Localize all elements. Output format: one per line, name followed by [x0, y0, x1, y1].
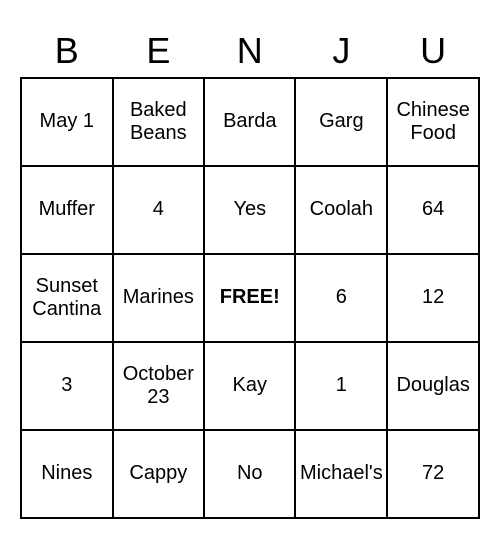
- bingo-card: B E N J U May 1Baked BeansBardaGargChine…: [20, 26, 480, 519]
- cell-r3-c3: 1: [295, 342, 387, 430]
- cell-r0-c3: Garg: [295, 78, 387, 166]
- cell-r1-c4: 64: [387, 166, 479, 254]
- cell-r0-c1: Baked Beans: [113, 78, 205, 166]
- cell-r4-c4: 72: [387, 430, 479, 518]
- cell-r3-c2: Kay: [204, 342, 295, 430]
- cell-r3-c4: Douglas: [387, 342, 479, 430]
- col-header-u: U: [387, 26, 479, 78]
- cell-r0-c4: Chinese Food: [387, 78, 479, 166]
- cell-r1-c0: Muffer: [21, 166, 113, 254]
- cell-r2-c1: Marines: [113, 254, 205, 342]
- cell-r2-c4: 12: [387, 254, 479, 342]
- col-header-e: E: [113, 26, 205, 78]
- col-header-j: J: [295, 26, 387, 78]
- cell-r3-c1: October 23: [113, 342, 205, 430]
- cell-r0-c0: May 1: [21, 78, 113, 166]
- cell-r3-c0: 3: [21, 342, 113, 430]
- col-header-b: B: [21, 26, 113, 78]
- cell-r4-c3: Michael's: [295, 430, 387, 518]
- cell-r1-c2: Yes: [204, 166, 295, 254]
- cell-r4-c2: No: [204, 430, 295, 518]
- cell-r2-c3: 6: [295, 254, 387, 342]
- cell-r1-c3: Coolah: [295, 166, 387, 254]
- cell-r4-c1: Cappy: [113, 430, 205, 518]
- cell-r0-c2: Barda: [204, 78, 295, 166]
- cell-r2-c0: Sunset Cantina: [21, 254, 113, 342]
- cell-r4-c0: Nines: [21, 430, 113, 518]
- col-header-n: N: [204, 26, 295, 78]
- cell-r1-c1: 4: [113, 166, 205, 254]
- cell-r2-c2: FREE!: [204, 254, 295, 342]
